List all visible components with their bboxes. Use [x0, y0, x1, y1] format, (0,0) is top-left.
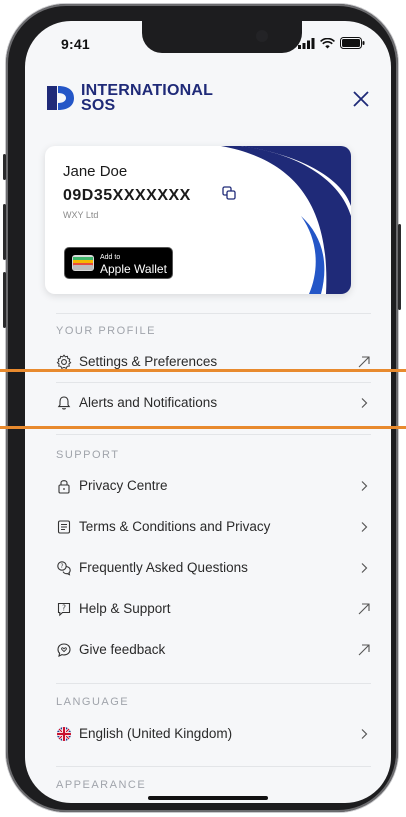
- status-time: 9:41: [61, 36, 90, 52]
- battery-icon: [340, 37, 365, 49]
- sos-logo-icon: [47, 86, 74, 110]
- uk-flag-icon: [57, 726, 71, 741]
- menu-label-help-support: Help & Support: [79, 601, 171, 616]
- copy-icon[interactable]: [222, 186, 236, 200]
- divider: [56, 313, 371, 314]
- membership-card[interactable]: Jane Doe 09D35XXXXXXX WXY Ltd Add to App…: [45, 146, 351, 294]
- external-link-icon: [358, 602, 370, 614]
- notch: [142, 21, 302, 53]
- phone-frame: 9:41 INTERNATIONAL SOS Jane Doe 09D35XXX…: [3, 4, 401, 812]
- member-name: Jane Doe: [63, 163, 128, 180]
- section-label-support: SUPPORT: [56, 449, 120, 461]
- bell-icon: [57, 395, 71, 409]
- volume-down-button: [3, 272, 6, 328]
- chevron-right-icon: [361, 728, 368, 739]
- power-button: [398, 224, 401, 310]
- menu-item-language[interactable]: English (United Kingdom): [25, 713, 391, 754]
- brand-line-1: INTERNATIONAL: [81, 82, 214, 99]
- svg-text:?: ?: [60, 563, 63, 570]
- camera: [256, 30, 268, 42]
- member-id: 09D35XXXXXXX: [63, 187, 191, 204]
- menu-item-settings[interactable]: Settings & Preferences: [25, 341, 391, 382]
- menu-label-give-feedback: Give feedback: [79, 642, 166, 657]
- menu-item-privacy-centre[interactable]: Privacy Centre: [25, 465, 391, 506]
- wifi-icon: [320, 37, 335, 48]
- chevron-right-icon: [361, 562, 368, 573]
- help-icon: ?: [57, 602, 71, 616]
- lock-icon: [58, 479, 70, 494]
- wallet-label-small: Add to: [100, 253, 121, 261]
- chevron-right-icon: [361, 397, 368, 408]
- gear-icon: [56, 353, 72, 369]
- menu-label-privacy-centre: Privacy Centre: [79, 478, 168, 493]
- status-icons: [298, 37, 365, 49]
- faq-chat-icon: ?: [57, 560, 71, 576]
- member-company: WXY Ltd: [63, 210, 99, 220]
- chevron-right-icon: [361, 521, 368, 532]
- menu-item-terms[interactable]: Terms & Conditions and Privacy: [25, 506, 391, 547]
- card-swoosh-graphic: [221, 146, 351, 294]
- chevron-right-icon: [361, 480, 368, 491]
- divider: [56, 434, 371, 435]
- wallet-label-large: Apple Wallet: [100, 261, 167, 276]
- external-link-icon: [358, 643, 370, 655]
- add-to-apple-wallet-button[interactable]: Add to Apple Wallet: [64, 247, 173, 279]
- document-icon: [57, 519, 71, 534]
- menu-item-faq[interactable]: ? Frequently Asked Questions: [25, 547, 391, 588]
- menu-label-faq: Frequently Asked Questions: [79, 560, 248, 575]
- menu-item-alerts[interactable]: Alerts and Notifications: [25, 382, 391, 423]
- menu-label-language: English (United Kingdom): [79, 726, 233, 741]
- divider: [56, 683, 371, 684]
- svg-text:?: ?: [62, 603, 66, 612]
- wallet-label: Add to Apple Wallet: [100, 253, 167, 276]
- feedback-icon: [57, 642, 71, 657]
- section-label-appearance: APPEARANCE: [56, 779, 147, 791]
- menu-label-settings: Settings & Preferences: [79, 354, 218, 369]
- volume-up-button: [3, 204, 6, 260]
- highlight-line-bottom: [0, 426, 406, 429]
- brand-line-2: SOS: [81, 97, 116, 114]
- screen: 9:41 INTERNATIONAL SOS Jane Doe 09D35XXX…: [25, 21, 391, 803]
- signal-icon: [298, 37, 315, 49]
- menu-label-terms: Terms & Conditions and Privacy: [79, 519, 271, 534]
- external-link-icon: [358, 355, 370, 367]
- brand-name: INTERNATIONAL SOS: [81, 82, 214, 114]
- home-indicator: [148, 796, 268, 800]
- close-icon[interactable]: [351, 89, 371, 109]
- divider: [56, 766, 371, 767]
- menu-label-alerts: Alerts and Notifications: [79, 395, 218, 410]
- menu-item-help-support[interactable]: ? Help & Support: [25, 588, 391, 629]
- menu-item-give-feedback[interactable]: Give feedback: [25, 629, 391, 670]
- wallet-icon: [72, 255, 94, 271]
- mute-switch: [3, 154, 6, 180]
- brand-logo: INTERNATIONAL SOS: [45, 82, 214, 114]
- highlight-line-top: [0, 369, 406, 372]
- section-label-language: LANGUAGE: [56, 696, 130, 708]
- section-label-your-profile: YOUR PROFILE: [56, 325, 156, 337]
